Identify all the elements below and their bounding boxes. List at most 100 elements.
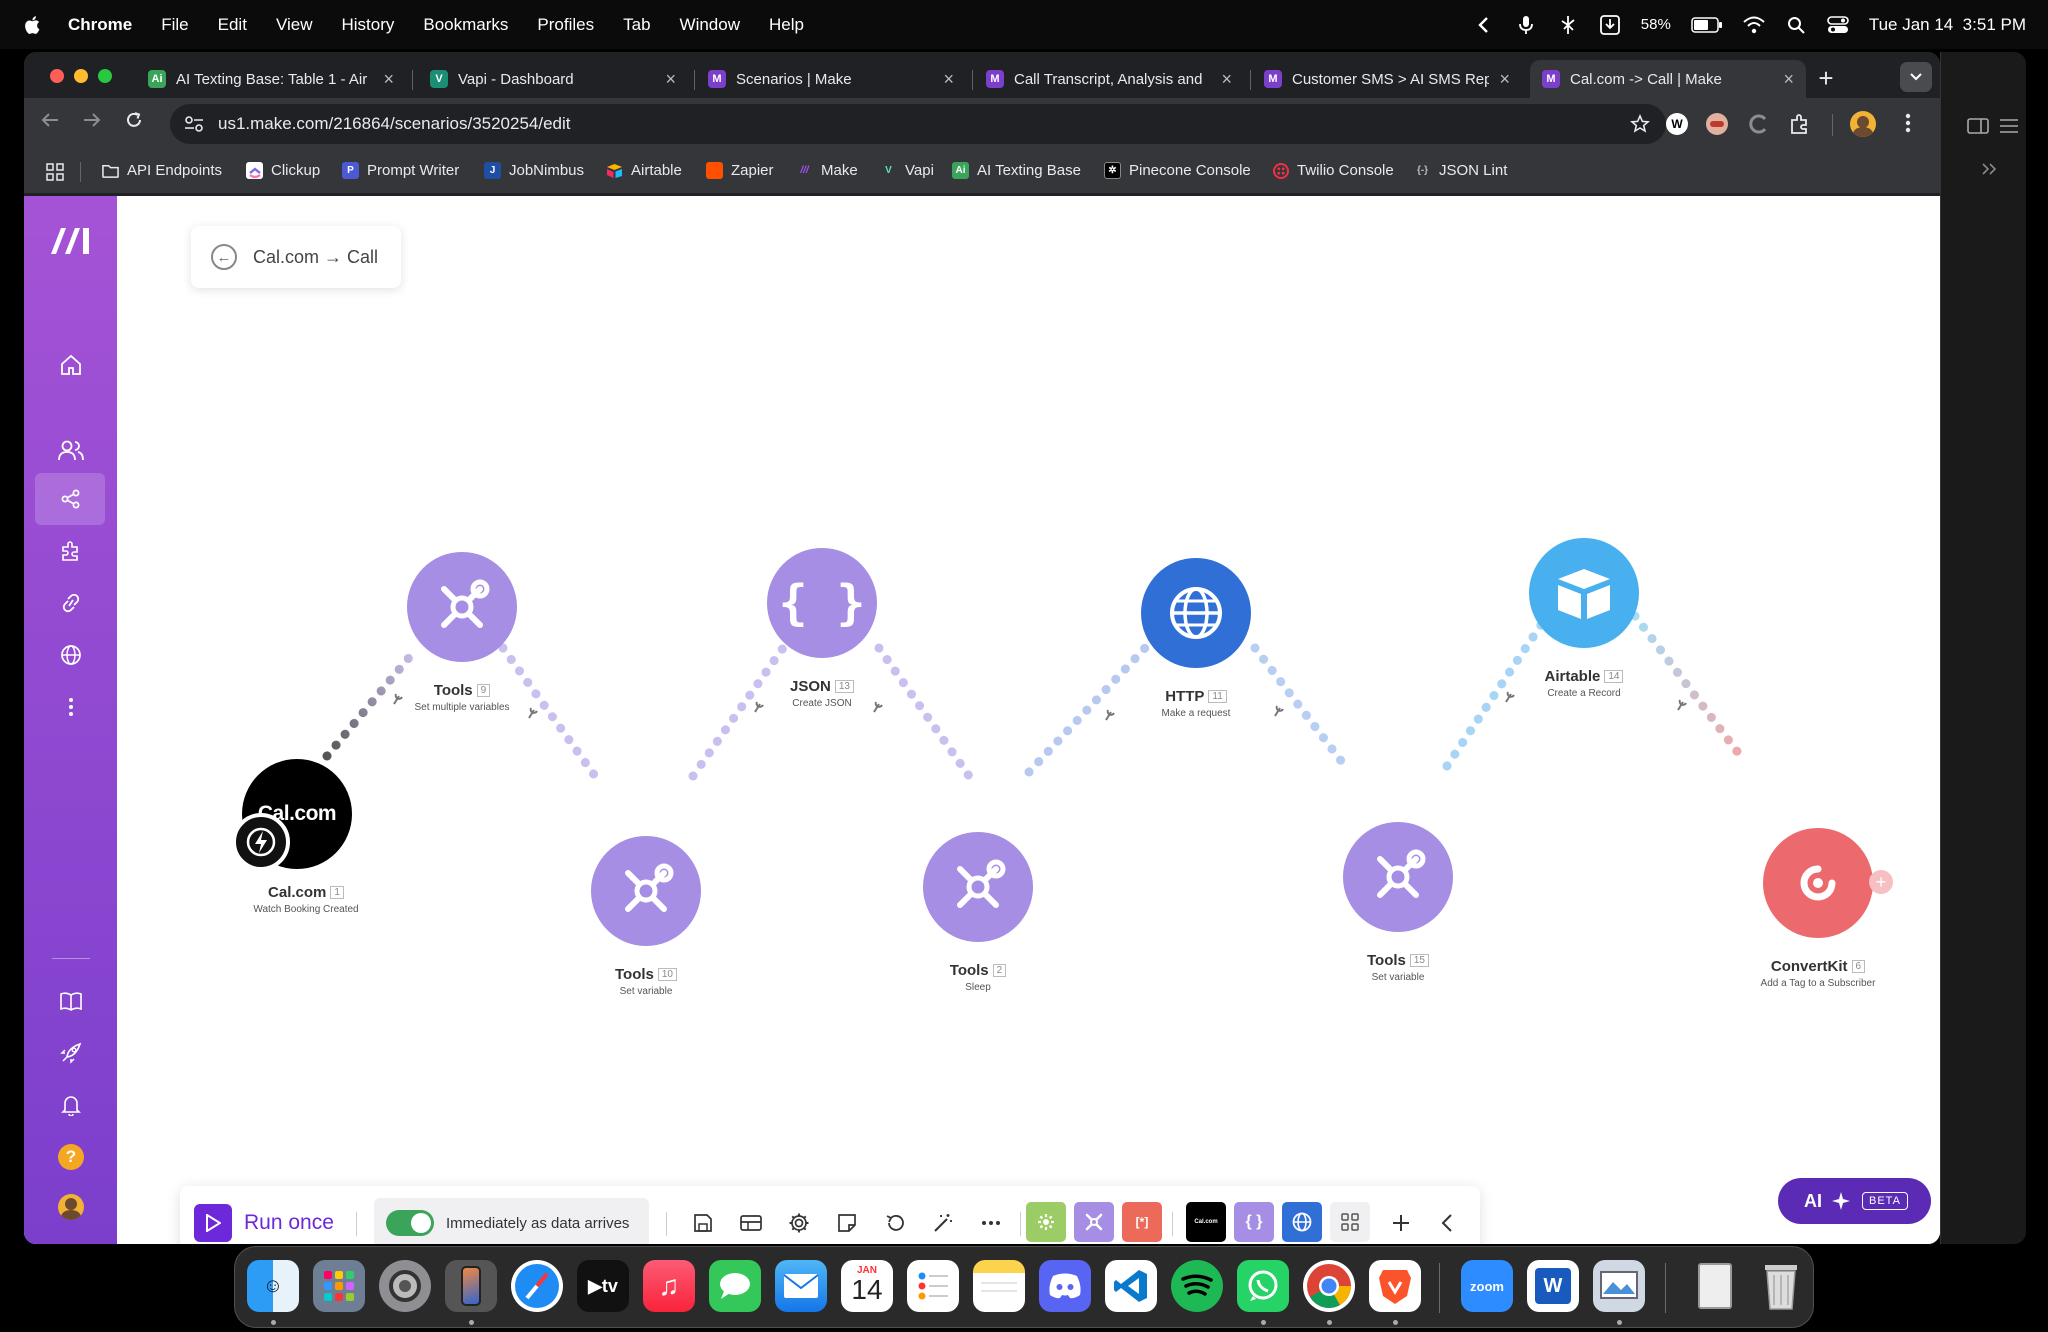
notifications-bell-icon[interactable] — [56, 1090, 86, 1120]
spotlight-search-icon[interactable] — [1785, 14, 1807, 36]
bookmark-pinecone-console[interactable]: ✲ Pinecone Console — [1104, 162, 1251, 179]
bookmark-json-lint[interactable]: {-} JSON Lint — [1414, 162, 1507, 179]
all-apps-grid-button[interactable] — [1330, 1202, 1370, 1242]
add-icon[interactable] — [1384, 1206, 1418, 1240]
menu-tab[interactable]: Tab — [623, 15, 650, 35]
zoom-icon[interactable]: zoom — [1461, 1260, 1513, 1312]
reload-icon[interactable] — [124, 110, 144, 136]
tab-cal-com-call[interactable]: M Cal.com -> Call | Make × — [1530, 60, 1806, 98]
discord-icon[interactable] — [1039, 1260, 1091, 1312]
mail-icon[interactable] — [775, 1260, 827, 1312]
chrome-icon[interactable] — [1303, 1260, 1355, 1312]
cal-com-favorite-button[interactable]: Cal.com — [1186, 1202, 1226, 1242]
connections-link-icon[interactable] — [56, 588, 86, 618]
apple-tv-icon[interactable]: ▶tv — [577, 1260, 629, 1312]
run-once-button[interactable]: Run once — [194, 1202, 334, 1244]
menu-history[interactable]: History — [341, 15, 394, 35]
bolt-icon[interactable] — [1557, 14, 1579, 36]
new-tab-button[interactable]: + — [1810, 62, 1842, 94]
menu-window[interactable]: Window — [680, 15, 740, 35]
gear-icon[interactable] — [782, 1206, 816, 1240]
tab-close-icon[interactable]: × — [1783, 69, 1794, 90]
extension-w-icon[interactable]: W — [1666, 113, 1688, 135]
schedule-setting[interactable]: Immediately as data arrives — [374, 1198, 649, 1244]
whatsapp-icon[interactable] — [1237, 1260, 1289, 1312]
download-status-icon[interactable] — [1599, 14, 1621, 36]
bookmark-ai-texting-base[interactable]: Ai AI Texting Base — [952, 162, 1081, 179]
close-window-button[interactable] — [50, 69, 64, 83]
bookmark-clickup[interactable]: Clickup — [246, 162, 320, 179]
finder-icon[interactable]: ☺ — [247, 1260, 299, 1312]
make-logo[interactable] — [49, 224, 93, 261]
menu-help[interactable]: Help — [769, 15, 804, 35]
tab-close-icon[interactable]: × — [1221, 69, 1232, 90]
tools-2-module[interactable] — [923, 832, 1033, 942]
bookmark-make[interactable]: /// Make — [796, 162, 857, 179]
json-13-module[interactable]: { } — [767, 548, 877, 658]
menu-view[interactable]: View — [276, 15, 313, 35]
notes-app-icon[interactable] — [973, 1260, 1025, 1312]
battery-icon[interactable] — [1691, 14, 1723, 36]
apple-icon[interactable] — [22, 14, 44, 36]
save-icon[interactable] — [686, 1206, 720, 1240]
flow-control-button[interactable] — [1074, 1202, 1114, 1242]
cal-com-module[interactable]: Cal.com — [232, 751, 352, 871]
extensions-puzzle-icon[interactable] — [1788, 112, 1812, 141]
menu-bookmarks[interactable]: Bookmarks — [423, 15, 508, 35]
messages-icon[interactable] — [709, 1260, 761, 1312]
spotify-icon[interactable] — [1171, 1260, 1223, 1312]
menubar-clock[interactable]: Tue Jan 14 3:51 PM — [1869, 15, 2026, 35]
wifi-icon[interactable] — [1743, 14, 1765, 36]
airtable-14-module[interactable] — [1529, 538, 1639, 648]
add-module-button[interactable]: + — [1869, 870, 1893, 894]
chevron-left-icon[interactable] — [1473, 14, 1495, 36]
system-settings-icon[interactable] — [379, 1260, 431, 1312]
team-icon[interactable] — [56, 436, 86, 466]
calendar-icon[interactable]: JAN 14 — [841, 1260, 893, 1312]
back-icon[interactable] — [40, 110, 60, 136]
tab-call-transcript[interactable]: M Call Transcript, Analysis and × — [974, 60, 1244, 98]
bookmark-prompt-writer[interactable]: P Prompt Writer — [342, 162, 459, 179]
launchpad-icon[interactable] — [313, 1260, 365, 1312]
tab-close-icon[interactable]: × — [665, 69, 676, 90]
notes-icon[interactable] — [830, 1206, 864, 1240]
share-scenarios-icon[interactable] — [56, 484, 86, 514]
scenario-canvas[interactable]: ← Cal.com → Call Cal.com Cal.com 1 Watch… — [117, 196, 1940, 1244]
trash-icon[interactable] — [1755, 1260, 1807, 1312]
url-text[interactable]: us1.make.com/216864/scenarios/3520254/ed… — [218, 114, 571, 134]
iphone-mirroring-icon[interactable] — [445, 1260, 497, 1312]
address-bar[interactable]: us1.make.com/216864/scenarios/3520254/ed… — [170, 104, 1666, 144]
globe-icon[interactable] — [56, 640, 86, 670]
http-favorite-button[interactable] — [1282, 1202, 1322, 1242]
word-icon[interactable]: W — [1527, 1260, 1579, 1312]
chrome-menu-icon[interactable] — [1904, 112, 1912, 139]
forward-icon[interactable] — [82, 110, 102, 136]
menu-app-name[interactable]: Chrome — [68, 15, 132, 35]
tab-close-icon[interactable]: × — [943, 69, 954, 90]
bookmark-vapi[interactable]: V Vapi — [880, 162, 934, 179]
tab-ai-texting-base[interactable]: Ai AI Texting Base: Table 1 - Air × — [136, 60, 406, 98]
bookmark-twilio-console[interactable]: Twilio Console — [1272, 162, 1394, 179]
menu-edit[interactable]: Edit — [218, 15, 247, 35]
help-icon[interactable]: ? — [56, 1142, 86, 1172]
tab-scenarios-make[interactable]: M Scenarios | Make × — [696, 60, 966, 98]
apps-grid-icon[interactable] — [46, 163, 64, 185]
tools-10-module[interactable] — [591, 836, 701, 946]
tab-customer-sms[interactable]: M Customer SMS > AI SMS Rep × — [1252, 60, 1522, 98]
more-vertical-icon[interactable] — [56, 692, 86, 722]
control-center-icon[interactable] — [1827, 14, 1849, 36]
bookmark-airtable[interactable]: Airtable — [606, 162, 682, 179]
user-avatar[interactable] — [56, 1192, 86, 1222]
more-horizontal-icon[interactable] — [974, 1206, 1008, 1240]
auto-align-wand-icon[interactable] — [926, 1206, 960, 1240]
menu-profiles[interactable]: Profiles — [537, 15, 594, 35]
tools-9-module[interactable] — [407, 552, 517, 662]
tab-vapi-dashboard[interactable]: V Vapi - Dashboard × — [418, 60, 688, 98]
music-icon[interactable]: ♫ — [643, 1260, 695, 1312]
bookmark-api-endpoints[interactable]: API Endpoints — [102, 162, 222, 179]
tools-15-module[interactable] — [1343, 822, 1453, 932]
docs-book-icon[interactable] — [56, 986, 86, 1016]
undo-icon[interactable] — [878, 1206, 912, 1240]
preview-icon[interactable] — [1593, 1260, 1645, 1312]
reminders-icon[interactable] — [907, 1260, 959, 1312]
